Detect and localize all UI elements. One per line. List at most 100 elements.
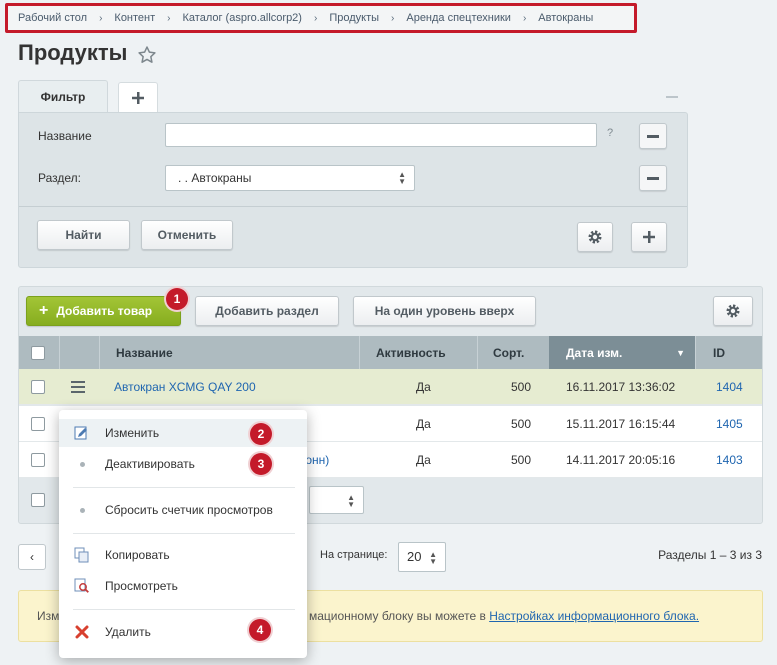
actions-column-header xyxy=(59,336,99,369)
chevron-right-icon: › xyxy=(167,12,171,24)
breadcrumb-item[interactable]: Автокраны xyxy=(538,12,593,24)
menu-separator xyxy=(73,487,295,488)
row-date: 15.11.2017 16:15:44 xyxy=(566,417,676,431)
column-date[interactable]: Дата изм. ▼ xyxy=(549,336,695,369)
gear-icon xyxy=(588,230,602,244)
menu-item-view[interactable]: Просмотреть xyxy=(59,572,307,600)
select-all-checkbox[interactable] xyxy=(31,346,45,360)
per-page-label: На странице: xyxy=(320,549,388,561)
add-product-button[interactable]: + Добавить товар xyxy=(26,296,181,326)
menu-item-edit-label: Изменить xyxy=(105,426,160,440)
sort-desc-icon: ▼ xyxy=(676,347,685,358)
star-icon[interactable] xyxy=(137,45,157,65)
group-checkbox[interactable] xyxy=(31,493,45,507)
filter-settings-button[interactable] xyxy=(577,222,613,252)
row-context-menu: Изменить Деактивировать Сбросить счетчик… xyxy=(59,410,307,658)
table-header: Название Активность Сорт. Дата изм. ▼ ID xyxy=(19,336,762,369)
step-badge: 3 xyxy=(250,453,272,475)
menu-separator xyxy=(73,533,295,534)
cancel-button[interactable]: Отменить xyxy=(141,220,233,250)
find-button[interactable]: Найти xyxy=(37,220,130,250)
dot-icon xyxy=(74,456,90,472)
dot-icon xyxy=(74,502,90,518)
row-active: Да xyxy=(416,380,431,394)
menu-item-copy[interactable]: Копировать xyxy=(59,541,307,569)
page-title: Продукты xyxy=(18,40,128,65)
section-label: Раздел: xyxy=(38,171,81,185)
breadcrumb-item[interactable]: Аренда спецтехники xyxy=(406,12,511,24)
tab-filter[interactable]: Фильтр xyxy=(18,80,108,112)
add-filter-field-button[interactable] xyxy=(631,222,667,252)
breadcrumb-item[interactable]: Контент xyxy=(114,12,155,24)
section-select[interactable]: . . Автокраны ▲ ▼ xyxy=(165,165,415,191)
menu-item-delete-label: Удалить xyxy=(105,625,151,639)
remove-name-field-button[interactable] xyxy=(639,123,667,149)
collapse-filter-button[interactable] xyxy=(666,96,678,98)
delete-icon xyxy=(74,624,90,640)
menu-item-reset-views[interactable]: Сбросить счетчик просмотров xyxy=(59,496,307,524)
plus-icon xyxy=(643,231,655,243)
column-active[interactable]: Активность xyxy=(359,336,477,369)
iblock-settings-link[interactable]: Настройках информационного блока. xyxy=(489,609,699,623)
breadcrumb-item[interactable]: Продукты xyxy=(329,12,379,24)
breadcrumb: Рабочий стол › Контент › Каталог (aspro.… xyxy=(5,3,637,33)
row-id-link[interactable]: 1404 xyxy=(716,369,743,405)
row-id-link[interactable]: 1405 xyxy=(716,406,743,442)
column-id[interactable]: ID xyxy=(695,336,762,369)
row-checkbox[interactable] xyxy=(31,417,45,431)
level-up-button[interactable]: На один уровень вверх xyxy=(353,296,536,326)
row-sort: 500 xyxy=(511,380,532,394)
row-active: Да xyxy=(416,453,431,467)
chevron-right-icon: › xyxy=(391,12,395,24)
notice-text: мационному блоку вы можете в Настройках … xyxy=(309,609,699,623)
edit-icon xyxy=(74,425,90,441)
chevron-right-icon: › xyxy=(313,12,318,24)
help-icon[interactable]: ? xyxy=(607,127,613,139)
row-id-link[interactable]: 1403 xyxy=(716,442,743,478)
prev-page-button[interactable]: ‹ xyxy=(18,544,46,570)
notice-text-start: Изм xyxy=(37,609,60,623)
column-date-label: Дата изм. xyxy=(566,345,623,360)
per-page-select[interactable]: 20 ▲ ▼ xyxy=(398,542,446,572)
copy-icon xyxy=(74,547,90,563)
remove-section-field-button[interactable] xyxy=(639,165,667,191)
breadcrumb-item[interactable]: Рабочий стол xyxy=(18,12,87,24)
row-date: 14.11.2017 20:05:16 xyxy=(566,453,676,467)
list-settings-button[interactable] xyxy=(713,296,753,326)
menu-item-view-label: Просмотреть xyxy=(105,579,178,593)
add-section-button[interactable]: Добавить раздел xyxy=(195,296,339,326)
menu-item-reset-views-label: Сбросить счетчик просмотров xyxy=(105,503,273,517)
minus-icon xyxy=(647,176,659,180)
row-sort: 500 xyxy=(511,453,532,467)
row-checkbox[interactable] xyxy=(31,453,45,467)
divider xyxy=(19,206,687,207)
row-active: Да xyxy=(416,417,431,431)
preview-icon xyxy=(74,578,90,594)
add-filter-tab[interactable] xyxy=(118,82,158,112)
menu-separator xyxy=(73,609,295,610)
name-label: Название xyxy=(38,129,92,143)
select-arrows-icon: ▲ ▼ xyxy=(429,550,437,566)
row-checkbox[interactable] xyxy=(31,380,45,394)
column-name[interactable]: Название xyxy=(99,336,359,369)
column-sort[interactable]: Сорт. xyxy=(477,336,549,369)
row-name-link[interactable]: Автокран XCMG QAY 200 xyxy=(114,369,256,405)
row-sort: 500 xyxy=(511,417,532,431)
filter-panel: Название ? Раздел: . . Автокраны ▲ ▼ Найт… xyxy=(18,112,688,268)
table-row[interactable]: Автокран XCMG QAY 200 Да 500 16.11.2017 … xyxy=(19,369,762,405)
row-menu-icon[interactable] xyxy=(71,381,85,393)
row-date: 16.11.2017 13:36:02 xyxy=(566,380,676,394)
section-select-value: . . Автокраны xyxy=(178,171,252,185)
sections-summary: Разделы 1 – 3 из 3 xyxy=(658,548,762,562)
step-badge: 1 xyxy=(166,288,188,310)
notice-text-mid: мационному блоку вы можете в xyxy=(309,609,490,623)
gear-icon xyxy=(726,304,740,318)
breadcrumb-item[interactable]: Каталог (aspro.allcorp2) xyxy=(183,12,302,24)
plus-icon: + xyxy=(39,302,49,319)
name-input[interactable] xyxy=(165,123,597,147)
add-product-label: Добавить товар xyxy=(56,304,153,318)
step-badge: 2 xyxy=(250,423,272,445)
group-action-select[interactable]: ▲ ▼ xyxy=(309,486,364,514)
chevron-right-icon: › xyxy=(522,12,527,24)
chevron-right-icon: › xyxy=(99,12,103,24)
